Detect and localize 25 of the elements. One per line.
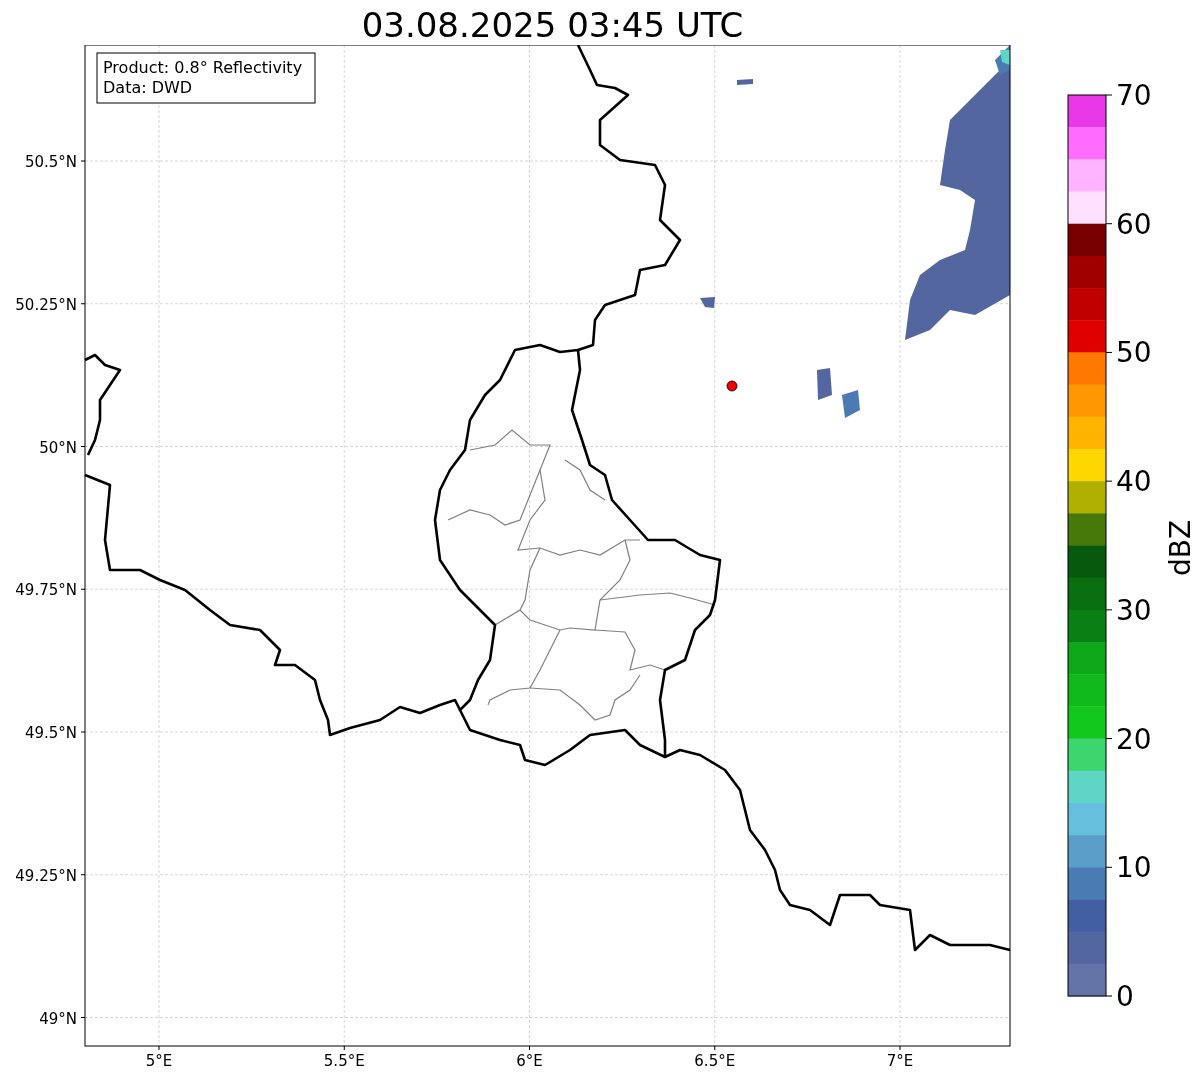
colorbar-tick-label: 70 [1116, 79, 1152, 112]
info-text: Product: 0.8° Reflectivity [103, 58, 303, 77]
latitude-label: 50°N [39, 438, 77, 457]
colorbar-tick-label: 0 [1116, 980, 1134, 1013]
latitude-label: 50.5°N [24, 153, 77, 171]
colorbar-tick-label: 50 [1116, 336, 1152, 370]
colorbar-tick-label: 20 [1116, 722, 1152, 756]
colorbar-tick-label: 60 [1116, 207, 1152, 241]
location-marker-dot [726, 380, 738, 392]
colorbar-tick-label: 30 [1116, 593, 1152, 627]
colorbar-tick-label: 40 [1116, 465, 1152, 499]
colorbar-tick-label: 10 [1116, 851, 1152, 885]
longitude-label: 6.5°E [694, 1052, 736, 1070]
longitude-label: 5°E [145, 1052, 173, 1070]
info-text: Data: DWD [103, 78, 193, 97]
latitude-label: 49°N [39, 1009, 77, 1028]
latitude-label: 50.25°N [15, 295, 77, 314]
longitude-label: 5.5°E [323, 1052, 365, 1070]
longitude-label: 6°E [516, 1052, 543, 1070]
latitude-label: 49.75°N [15, 581, 77, 600]
latitude-label: 49.5°N [24, 724, 77, 742]
map-title: 03.08.2025 03:45 UTC [360, 5, 744, 45]
latitude-label: 49.25°N [15, 866, 77, 885]
colorbar-label: dBZ [1164, 519, 1197, 577]
longitude-label: 7°E [886, 1052, 914, 1070]
